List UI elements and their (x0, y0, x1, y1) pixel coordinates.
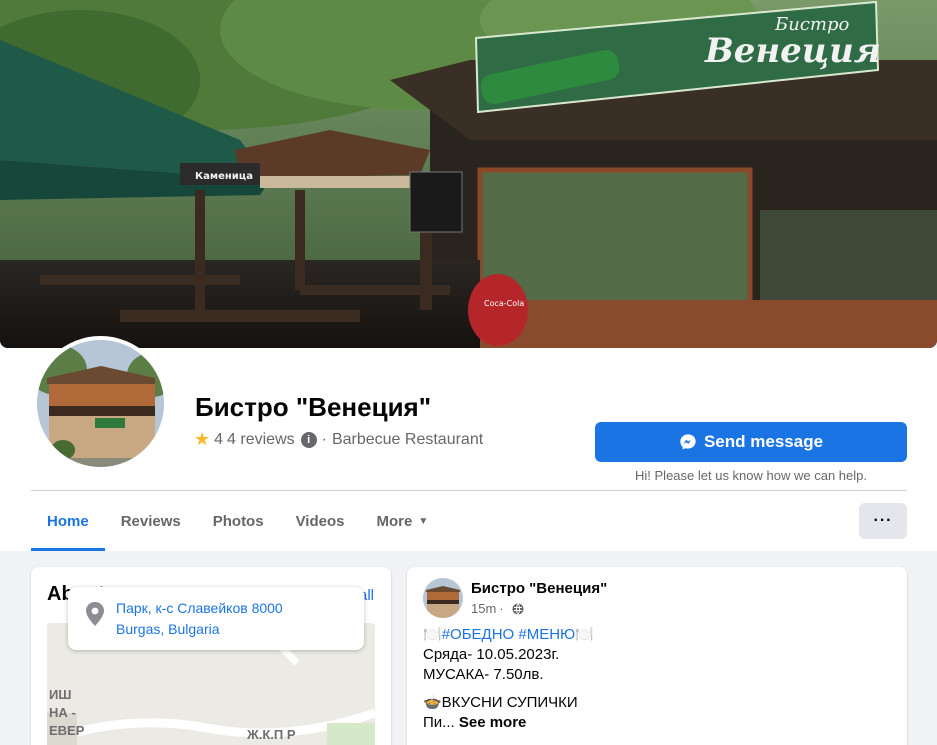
post-gap (423, 685, 594, 693)
cover-sign-big: Венеция (704, 31, 881, 71)
map-label: ЕВЕР (49, 723, 85, 738)
post-card: Бистро "Венеция" 15m · 🍽️#ОБЕДНО #МЕНЮ🍽️… (407, 567, 907, 745)
post-meta: 15m · (471, 601, 524, 616)
tab-photos[interactable]: Photos (197, 491, 280, 551)
star-icon: ★ (194, 429, 211, 449)
post-line: МУСАКА- 7.50лв. (423, 666, 544, 683)
post-line: 🍽️#ОБЕДНО #МЕНЮ🍽️ (423, 625, 594, 645)
plate-emoji: 🍽️ (575, 626, 594, 643)
post-line: Сряда- 10.05.2023г. (423, 646, 560, 663)
post-body: 🍽️#ОБЕДНО #МЕНЮ🍽️ Сряда- 10.05.2023г. МУ… (423, 625, 594, 733)
post-author-avatar[interactable] (423, 578, 463, 618)
post-avatar-image (423, 578, 463, 618)
caret-down-icon: ▼ (418, 515, 429, 527)
send-message-label: Send message (703, 432, 824, 451)
rating-line: ★ 4 4 reviews i · Barbecue Restaurant (194, 429, 483, 450)
cover-photo[interactable]: Бистро Венеция Каменица Coca-Cola (0, 0, 937, 348)
profile-avatar-image (37, 340, 164, 467)
cover-photo-image: Бистро Венеция Каменица Coca-Cola (0, 0, 937, 348)
profile-avatar[interactable] (33, 336, 168, 471)
send-message-button[interactable]: Send message (595, 422, 907, 462)
more-options-icon: ··· (873, 512, 893, 529)
facebook-page: Бистро Венеция Каменица Coca-Cola Бистро… (0, 0, 937, 745)
map-label: НА - (49, 705, 76, 720)
separator: · (321, 430, 327, 448)
tab-home[interactable]: Home (31, 491, 105, 551)
tab-reviews-label: Reviews (120, 512, 181, 530)
tab-photos-label: Photos (212, 512, 264, 530)
messenger-icon (680, 434, 696, 450)
map-label: ИШ (49, 687, 72, 702)
tab-videos-label: Videos (295, 512, 345, 530)
tab-more-label: More (376, 512, 413, 530)
message-hint: Hi! Please let us know how we can help. (635, 468, 867, 483)
cover-umbrella-brand: Каменица (195, 171, 253, 182)
globe-icon (512, 602, 524, 615)
post-line: 🍲ВКУСНИ СУПИЧКИ (423, 694, 578, 711)
plate-emoji: 🍽️ (423, 626, 442, 643)
post-author-name[interactable]: Бистро "Венеция" (471, 580, 607, 597)
see-more-link[interactable]: See more (459, 714, 527, 731)
page-category: Barbecue Restaurant (331, 430, 484, 448)
map-pin-icon (86, 602, 104, 626)
post-line: Пи... See more (423, 713, 594, 733)
address-card[interactable]: Парк, к-с Славейков 8000 Burgas, Bulgari… (68, 587, 364, 650)
more-options-button[interactable]: ··· (859, 503, 907, 539)
tab-home-label: Home (47, 512, 89, 530)
address-city[interactable]: Burgas, Bulgaria (116, 621, 220, 637)
page-title: Бистро "Венеция" (195, 392, 432, 422)
rating-value: 4 (214, 430, 224, 448)
post-time[interactable]: 15m (471, 601, 496, 616)
tab-reviews[interactable]: Reviews (105, 491, 197, 551)
post-hashtags[interactable]: #ОБЕДНО #МЕНЮ (442, 626, 576, 643)
address-street[interactable]: Парк, к-с Славейков 8000 (116, 600, 283, 616)
cover-cocacola: Coca-Cola (484, 299, 524, 308)
post-meta-dot: · (499, 601, 504, 616)
info-icon[interactable]: i (300, 431, 317, 448)
tab-videos[interactable]: Videos (280, 491, 361, 551)
about-card: About See all ИШ НА - ЕВЕР Ж.К.П Р Парк,… (31, 567, 391, 745)
reviews-link[interactable]: 4 reviews (227, 431, 295, 449)
map-label: Ж.К.П Р (247, 727, 296, 742)
post-truncated-text: Пи... (423, 714, 455, 731)
tab-more[interactable]: More ▼ (361, 491, 445, 551)
page-tabs: Home Reviews Photos Videos More ▼ (31, 491, 444, 551)
